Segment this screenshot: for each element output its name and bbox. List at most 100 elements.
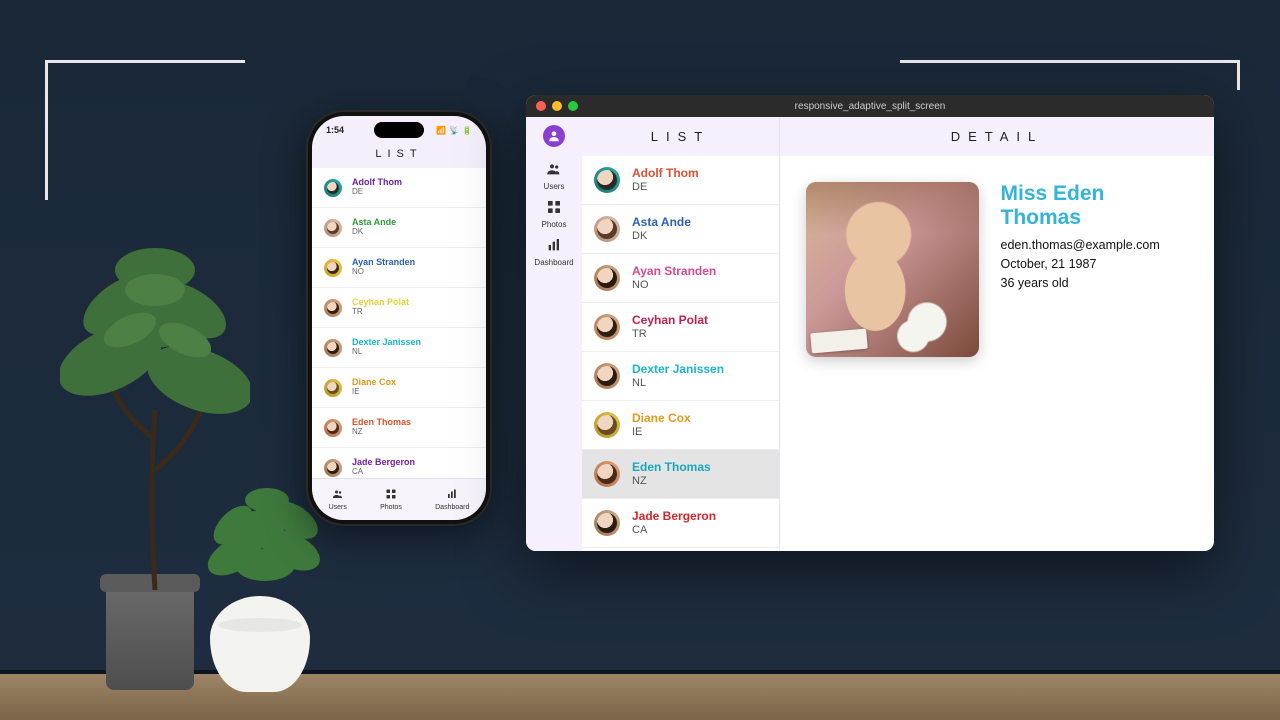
- list-item[interactable]: Adolf Thom DE: [582, 156, 779, 205]
- grid-icon: [385, 488, 397, 502]
- list-item[interactable]: Eden Thomas NZ: [312, 408, 486, 448]
- avatar: [324, 459, 342, 477]
- list-item[interactable]: Jade Bergeron CA: [582, 499, 779, 548]
- user-country: CA: [352, 468, 415, 477]
- user-name: Diane Cox: [632, 411, 691, 425]
- decorative-bracket-top-left: [45, 60, 245, 200]
- plant-pot-small: [210, 596, 310, 692]
- user-country: DE: [632, 181, 699, 194]
- user-country: NZ: [352, 428, 411, 437]
- phone-user-list[interactable]: Adolf Thom DE Asta Ande DK Ayan Stranden…: [312, 168, 486, 478]
- users-icon: [332, 488, 344, 502]
- tab-label: Users: [329, 504, 347, 511]
- user-detail-email: eden.thomas@example.com: [1001, 236, 1189, 255]
- avatar: [594, 510, 620, 536]
- avatar: [324, 179, 342, 197]
- tab-label: Dashboard: [435, 504, 469, 511]
- detail-pane: DETAIL Miss Eden Thomas eden.thomas@exam…: [780, 117, 1214, 551]
- user-name: Eden Thomas: [632, 460, 711, 474]
- list-item[interactable]: Asta Ande DK: [312, 208, 486, 248]
- user-country: DK: [632, 230, 691, 243]
- phone-mockup: 1:54 📶📡🔋 LIST Adolf Thom DE Asta Ande DK…: [306, 110, 492, 526]
- phone-tab-bar: Users Photos Dashboard: [312, 478, 486, 520]
- signal-icon: 📶: [436, 126, 446, 135]
- list-pane: LIST Adolf Thom DE Asta Ande DK Ayan Str…: [582, 117, 780, 551]
- status-icons: 📶📡🔋: [433, 125, 472, 135]
- wifi-icon: 📡: [449, 126, 459, 135]
- list-item[interactable]: Dexter Janissen NL: [312, 328, 486, 368]
- user-country: TR: [632, 328, 708, 341]
- list-item[interactable]: Diane Cox IE: [312, 368, 486, 408]
- avatar: [324, 299, 342, 317]
- avatar: [324, 419, 342, 437]
- desktop-user-list[interactable]: Adolf Thom DE Asta Ande DK Ayan Stranden…: [582, 156, 779, 551]
- tab-dashboard[interactable]: Dashboard: [435, 488, 469, 511]
- avatar: [324, 259, 342, 277]
- plant-tall: [60, 210, 250, 590]
- user-name: Ceyhan Polat: [632, 313, 708, 327]
- avatar: [594, 216, 620, 242]
- list-item[interactable]: Asta Ande DK: [582, 205, 779, 254]
- avatar: [324, 379, 342, 397]
- user-country: IE: [352, 388, 396, 397]
- battery-icon: 🔋: [462, 126, 472, 135]
- sidebar-item-label: Photos: [542, 220, 567, 229]
- avatar: [594, 461, 620, 487]
- chart-icon: [546, 237, 562, 255]
- plant-pot-tall: [106, 584, 194, 690]
- user-detail-name: Miss Eden Thomas: [1001, 182, 1189, 230]
- decorative-bracket-top-right: [900, 60, 1240, 90]
- grid-icon: [546, 199, 562, 217]
- user-name: Dexter Janissen: [632, 362, 724, 376]
- window-titlebar[interactable]: responsive_adaptive_split_screen: [526, 95, 1214, 117]
- tab-label: Photos: [380, 504, 402, 511]
- avatar: [324, 339, 342, 357]
- user-name: Adolf Thom: [632, 166, 699, 180]
- sidebar-item-users[interactable]: Users: [534, 157, 573, 195]
- avatar: [594, 167, 620, 193]
- profile-icon[interactable]: [543, 125, 565, 147]
- list-item[interactable]: Dexter Janissen NL: [582, 352, 779, 401]
- user-country: TR: [352, 308, 409, 317]
- user-photo: [806, 182, 979, 357]
- phone-screen: 1:54 📶📡🔋 LIST Adolf Thom DE Asta Ande DK…: [312, 116, 486, 520]
- sidebar-item-dashboard[interactable]: Dashboard: [534, 233, 573, 271]
- list-item[interactable]: Jade Bergeron CA: [312, 448, 486, 478]
- avatar: [324, 219, 342, 237]
- tab-photos[interactable]: Photos: [380, 488, 402, 511]
- avatar: [594, 412, 620, 438]
- avatar: [594, 363, 620, 389]
- list-item[interactable]: Ceyhan Polat TR: [582, 303, 779, 352]
- list-item[interactable]: Ayan Stranden NO: [312, 248, 486, 288]
- status-time: 1:54: [326, 125, 344, 135]
- user-name: Asta Ande: [632, 215, 691, 229]
- list-item[interactable]: Ceyhan Polat TR: [312, 288, 486, 328]
- user-country: NO: [352, 268, 415, 277]
- list-item[interactable]: Adolf Thom DE: [312, 168, 486, 208]
- list-pane-header: LIST: [582, 117, 779, 156]
- user-name: Dexter Janissen: [352, 338, 421, 348]
- user-country: IE: [632, 426, 691, 439]
- sidebar-item-label: Dashboard: [534, 258, 573, 267]
- avatar: [594, 265, 620, 291]
- user-country: NZ: [632, 475, 711, 488]
- sidebar-item-label: Users: [544, 182, 565, 191]
- list-item[interactable]: Eden Thomas NZ: [582, 450, 779, 499]
- chart-icon: [446, 488, 458, 502]
- user-country: DE: [352, 188, 402, 197]
- list-item[interactable]: Diane Cox IE: [582, 401, 779, 450]
- list-item[interactable]: Ayan Stranden NO: [582, 254, 779, 303]
- user-name: Jade Bergeron: [632, 509, 716, 523]
- detail-pane-header: DETAIL: [780, 117, 1214, 156]
- sidebar-item-photos[interactable]: Photos: [534, 195, 573, 233]
- user-country: CA: [632, 524, 716, 537]
- sidebar: Users Photos Dashboard: [526, 117, 582, 551]
- user-info: Miss Eden Thomas eden.thomas@example.com…: [1001, 182, 1189, 292]
- user-detail-dob: October, 21 1987: [1001, 255, 1189, 274]
- avatar: [594, 314, 620, 340]
- user-country: DK: [352, 228, 396, 237]
- dynamic-island: [374, 122, 424, 138]
- phone-list-header: LIST: [312, 144, 486, 168]
- window-title: responsive_adaptive_split_screen: [526, 101, 1214, 112]
- tab-users[interactable]: Users: [329, 488, 347, 511]
